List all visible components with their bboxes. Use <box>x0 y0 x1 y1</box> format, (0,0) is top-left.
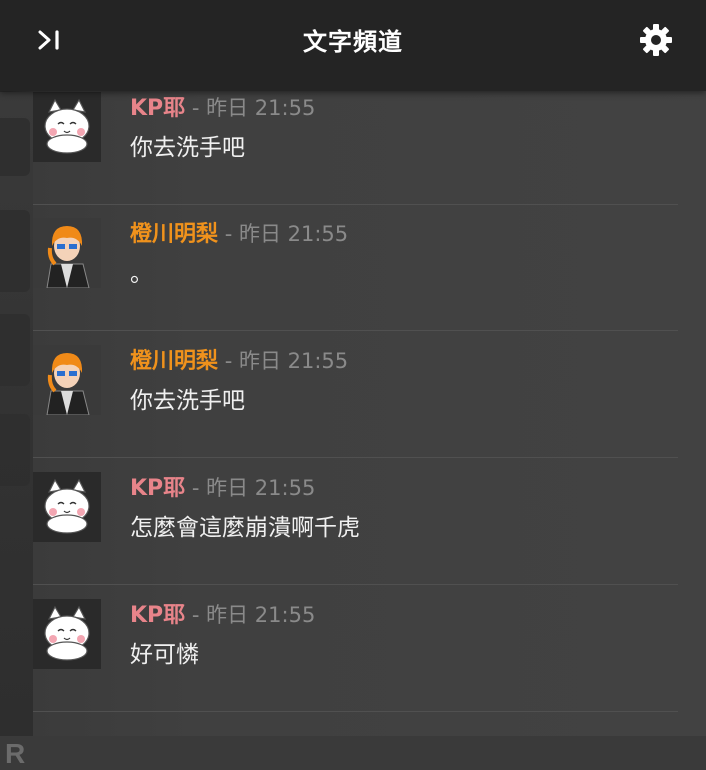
message-text: 。 <box>130 261 153 287</box>
gear-icon <box>640 24 672 56</box>
channel-title: 文字頻道 <box>303 28 403 56</box>
orange-hair-character-avatar[interactable] <box>33 345 101 415</box>
message-item: 橙川明梨 - 昨日 21:55 。 <box>33 204 678 331</box>
message-text: 你去洗手吧 <box>130 135 245 161</box>
author-name[interactable]: KP耶 <box>130 603 185 628</box>
timestamp: 昨日 21:55 <box>238 222 349 246</box>
message-item: 橙川明梨 - 昨日 21:55 你去洗手吧 <box>33 331 678 458</box>
message-meta: KP耶 - 昨日 21:55 <box>130 90 315 122</box>
timestamp: 昨日 21:55 <box>238 349 349 373</box>
settings-button[interactable] <box>636 20 676 60</box>
white-cat-avatar[interactable] <box>33 92 101 162</box>
white-cat-avatar[interactable] <box>33 472 101 542</box>
timestamp: 昨日 21:55 <box>206 476 316 500</box>
channel-header: 文字頻道 <box>0 0 706 91</box>
author-name[interactable]: 橙川明梨 <box>130 222 218 247</box>
author-name[interactable]: 橙川明梨 <box>130 349 218 374</box>
separator: - <box>218 222 239 246</box>
message-meta: 橙川明梨 - 昨日 21:55 <box>130 343 348 375</box>
message-item: KP耶 - 昨日 21:55 怎麼會這麼崩潰啊千虎 <box>33 458 678 585</box>
separator: - <box>218 349 239 373</box>
message-list[interactable]: KP耶 - 昨日 21:55 你去洗手吧 橙川明梨 - 昨日 21:55 。 橙… <box>0 92 706 736</box>
message-meta: 橙川明梨 - 昨日 21:55 <box>130 216 348 248</box>
separator: - <box>185 603 207 627</box>
timestamp: 昨日 21:55 <box>206 96 316 120</box>
message-item: KP耶 - 昨日 21:55 你去洗手吧 <box>33 78 678 205</box>
message-text: 好可憐 <box>130 642 199 668</box>
timestamp: 昨日 21:55 <box>206 603 316 627</box>
edge-letter: R <box>5 738 26 769</box>
author-name[interactable]: KP耶 <box>130 96 185 121</box>
white-cat-avatar[interactable] <box>33 599 101 669</box>
separator: - <box>185 96 207 120</box>
author-name[interactable]: KP耶 <box>130 476 185 501</box>
message-text: 你去洗手吧 <box>130 388 245 414</box>
message-meta: KP耶 - 昨日 21:55 <box>130 470 315 502</box>
message-item: KP耶 - 昨日 21:55 好可憐 <box>33 585 678 712</box>
message-text: 怎麼會這麼崩潰啊千虎 <box>130 515 360 541</box>
orange-hair-character-avatar[interactable] <box>33 218 101 288</box>
message-meta: KP耶 - 昨日 21:55 <box>130 597 315 629</box>
separator: - <box>185 476 207 500</box>
